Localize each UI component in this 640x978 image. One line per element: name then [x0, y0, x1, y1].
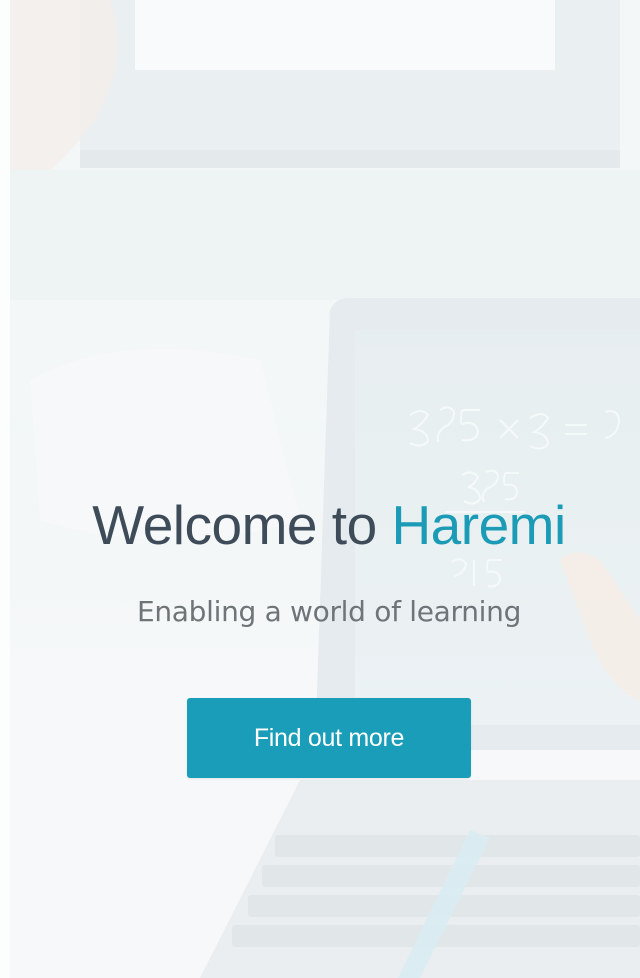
brand-name: Haremi: [391, 494, 566, 556]
hero-banner: Welcome to Haremi Enabling a world of le…: [0, 0, 640, 978]
hero-title-prefix: Welcome to: [92, 494, 392, 556]
hero-subtitle: Enabling a world of learning: [136, 595, 522, 628]
find-out-more-button[interactable]: Find out more: [187, 698, 471, 778]
hero-title: Welcome to Haremi: [0, 493, 640, 557]
hero-content: Welcome to Haremi Enabling a world of le…: [0, 0, 640, 978]
